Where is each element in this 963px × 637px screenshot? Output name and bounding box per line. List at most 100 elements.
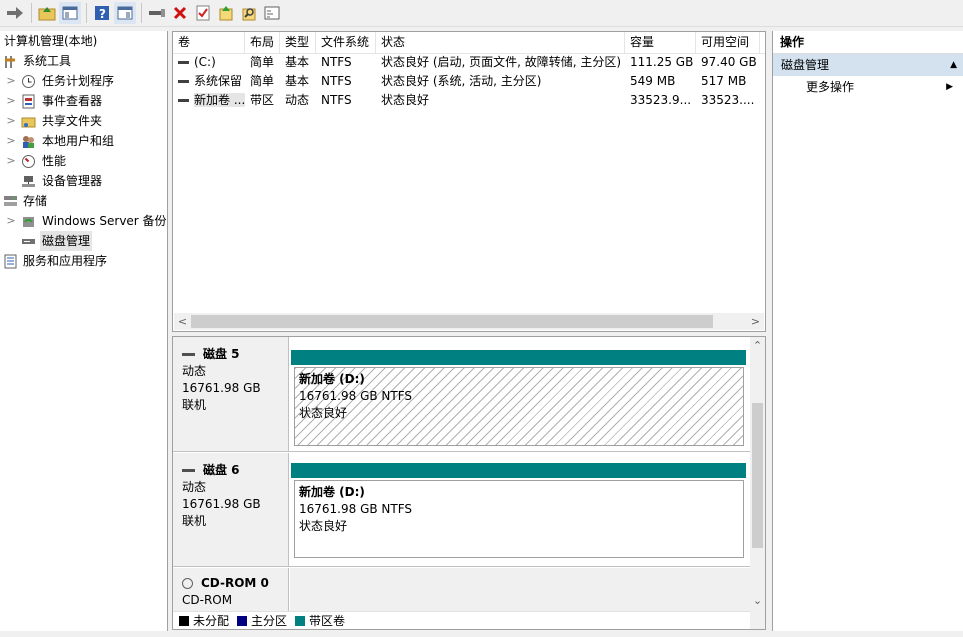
cell-type: 基本: [285, 55, 310, 69]
console-icon[interactable]: [261, 2, 283, 24]
tree-item-label: Windows Server 备份: [42, 214, 167, 228]
disk-drive-icon: [182, 469, 195, 472]
column-header-volume[interactable]: 卷: [173, 32, 245, 53]
help-icon[interactable]: ?: [91, 2, 113, 24]
disk-status: 联机: [182, 514, 207, 528]
chevron-right-icon[interactable]: >: [6, 91, 16, 111]
scrollbar-thumb[interactable]: [191, 315, 713, 328]
actions-section-label: 磁盘管理: [781, 58, 830, 72]
tree-item-label: 事件查看器: [42, 94, 103, 108]
vertical-scrollbar[interactable]: ⌃ ⌄: [750, 337, 765, 629]
partition-size-fs: 16761.98 GB NTFS: [299, 502, 413, 516]
tree-item-label: 本地用户和组: [42, 134, 115, 148]
volume-icon: [178, 61, 189, 64]
device-manager-icon: [21, 174, 36, 189]
scroll-up-icon[interactable]: ⌃: [750, 337, 765, 354]
tree-item-windows-server-backup[interactable]: > Windows Server 备份: [0, 211, 167, 231]
check-icon[interactable]: [192, 2, 214, 24]
chevron-right-icon[interactable]: >: [6, 71, 16, 91]
tree-item-device-manager[interactable]: 设备管理器: [0, 171, 167, 191]
more-actions-item[interactable]: 更多操作 ▶: [773, 76, 963, 98]
legend: 未分配 主分区 带区卷: [173, 611, 750, 629]
chevron-right-icon[interactable]: >: [6, 151, 16, 171]
legend-swatch-primary: [237, 615, 248, 626]
event-viewer-icon: [21, 94, 36, 109]
scroll-left-icon[interactable]: <: [174, 313, 191, 330]
more-actions-label: 更多操作: [806, 80, 855, 94]
table-row[interactable]: 系统保留 简单 基本 NTFS 状态良好 (系统, 活动, 主分区) 549 M…: [173, 72, 765, 91]
disk-info[interactable]: 磁盘 5 动态 16761.98 GB 联机: [173, 337, 289, 451]
table-row[interactable]: (C:) 简单 基本 NTFS 状态良好 (启动, 页面文件, 故障转储, 主分…: [173, 53, 765, 72]
cell-free-space: 517 MB: [701, 74, 747, 88]
search-icon[interactable]: [238, 2, 260, 24]
disk-name: 磁盘 6: [182, 461, 288, 479]
volume-list-header: 卷 布局 类型 文件系统 状态 容量 可用空间: [173, 32, 765, 54]
show-hide-tree-icon[interactable]: [59, 2, 81, 24]
column-header-capacity[interactable]: 容量: [625, 32, 696, 53]
refresh-icon[interactable]: [215, 2, 237, 24]
up-folder-icon[interactable]: [36, 2, 58, 24]
actions-title: 操作: [773, 31, 963, 54]
column-header-status[interactable]: 状态: [376, 32, 625, 53]
partition-body[interactable]: 新加卷 (D:) 16761.98 GB NTFS 状态良好: [294, 480, 744, 558]
delete-icon[interactable]: [169, 2, 191, 24]
partition[interactable]: 新加卷 (D:) 16761.98 GB NTFS 状态良好: [291, 350, 746, 446]
scroll-right-icon[interactable]: >: [747, 313, 764, 330]
tree-item-local-users[interactable]: > 本地用户和组: [0, 131, 167, 151]
tree-item-shared-folders[interactable]: > 共享文件夹: [0, 111, 167, 131]
disk-row[interactable]: 磁盘 5 动态 16761.98 GB 联机 新加卷 (D:) 16761.98…: [173, 337, 750, 452]
tree-root[interactable]: 计算机管理(本地): [0, 31, 167, 51]
actions-section-disk-management[interactable]: 磁盘管理 ▲: [773, 54, 963, 76]
users-icon: [21, 134, 36, 149]
cell-capacity: 33523.9...: [630, 93, 692, 107]
legend-label: 带区卷: [309, 614, 346, 628]
legend-swatch-striped: [295, 615, 306, 626]
disk-name-text: 磁盘 6: [203, 463, 240, 477]
tree-item-label: 共享文件夹: [42, 114, 103, 128]
disk-row-cdrom[interactable]: CD-ROM 0 CD-ROM: [173, 568, 750, 611]
collapse-up-icon[interactable]: ▲: [950, 54, 957, 76]
partition[interactable]: 新加卷 (D:) 16761.98 GB NTFS 状态良好: [291, 463, 746, 558]
storage-icon: [3, 194, 18, 209]
services-icon: [3, 254, 18, 269]
partition-body-selected[interactable]: 新加卷 (D:) 16761.98 GB NTFS 状态良好: [294, 367, 744, 446]
horizontal-scrollbar[interactable]: < >: [174, 313, 764, 330]
forward-arrow-icon[interactable]: [4, 2, 26, 24]
cell-volume: 系统保留: [173, 72, 245, 91]
partition-status: 状态良好: [299, 406, 348, 420]
disk-icon: [21, 234, 36, 249]
tree-item-system-tools[interactable]: 系统工具: [0, 51, 167, 71]
table-row[interactable]: 新加卷 ... 带区 动态 NTFS 状态良好 33523.9... 33523…: [173, 91, 765, 110]
backup-icon: [21, 214, 36, 229]
cell-volume-text: 新加卷 ...: [194, 93, 245, 107]
tree-item-services-apps[interactable]: 服务和应用程序: [0, 251, 167, 271]
column-header-free-space[interactable]: 可用空间: [696, 32, 760, 53]
disk-name-text: CD-ROM 0: [201, 576, 269, 590]
cell-volume-text: 系统保留: [194, 74, 243, 88]
tools-icon: [3, 54, 18, 69]
partition-color-bar: [291, 350, 746, 365]
disk-info[interactable]: 磁盘 6 动态 16761.98 GB 联机: [173, 453, 289, 566]
chevron-right-icon[interactable]: >: [6, 131, 16, 151]
tree-item-task-scheduler[interactable]: > 任务计划程序: [0, 71, 167, 91]
disk-row[interactable]: 磁盘 6 动态 16761.98 GB 联机 新加卷 (D:) 16761.98…: [173, 453, 750, 567]
disk-graphical-view: 磁盘 5 动态 16761.98 GB 联机 新加卷 (D:) 16761.98…: [172, 336, 766, 630]
tree-item-performance[interactable]: > 性能: [0, 151, 167, 171]
cell-capacity: 549 MB: [630, 74, 676, 88]
cell-filesystem: NTFS: [321, 55, 352, 69]
tree-item-storage[interactable]: 存储: [0, 191, 167, 211]
tree-item-event-viewer[interactable]: > 事件查看器: [0, 91, 167, 111]
column-header-layout[interactable]: 布局: [245, 32, 280, 53]
cell-status: 状态良好 (系统, 活动, 主分区): [381, 74, 542, 88]
tree-item-disk-management[interactable]: 磁盘管理: [0, 231, 167, 251]
chevron-right-icon[interactable]: >: [6, 211, 16, 231]
column-header-filesystem[interactable]: 文件系统: [316, 32, 376, 53]
disk-info[interactable]: CD-ROM 0 CD-ROM: [173, 568, 289, 611]
scrollbar-thumb[interactable]: [752, 403, 763, 548]
properties-icon[interactable]: [114, 2, 136, 24]
connect-icon[interactable]: [146, 2, 168, 24]
scroll-down-icon[interactable]: ⌄: [750, 592, 765, 609]
chevron-right-icon[interactable]: >: [6, 111, 16, 131]
column-header-type[interactable]: 类型: [280, 32, 316, 53]
performance-icon: [21, 154, 36, 169]
